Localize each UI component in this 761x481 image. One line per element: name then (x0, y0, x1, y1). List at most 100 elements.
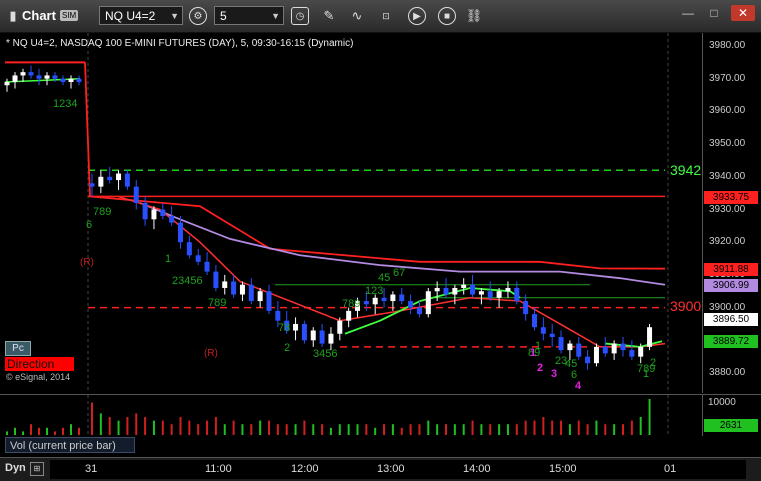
volume-bar (108, 417, 111, 435)
time-label: 31 (85, 463, 98, 475)
direction-badge[interactable]: Direction (5, 357, 74, 371)
count-label: 2 (650, 357, 657, 369)
dyn-label: Dyn (5, 462, 26, 474)
volume-bar (99, 413, 102, 435)
time-label: 13:00 (377, 463, 405, 475)
volume-bar (471, 420, 474, 435)
volume-bar (250, 424, 253, 435)
time-axis[interactable]: Dyn ⊞ 31 11:00 12:00 13:00 14:00 15:00 0… (0, 457, 761, 481)
candle-body (28, 72, 34, 76)
time-label: 12:00 (291, 463, 319, 475)
candle-body (60, 78, 66, 82)
volume-bar (365, 424, 368, 435)
volume-bar (560, 420, 563, 435)
candle-body (629, 350, 635, 357)
volume-bar (648, 399, 651, 435)
volume-bar (22, 431, 24, 435)
link-icon[interactable]: ⛓ (465, 7, 483, 25)
candle-body (124, 173, 130, 187)
pencil-icon[interactable]: ✎ (320, 7, 338, 25)
resistance-curve (84, 62, 666, 270)
chevron-down-icon[interactable]: ▼ (170, 7, 179, 26)
count-label-magenta: 1 (530, 347, 537, 359)
volume-bar (506, 424, 509, 435)
candle-body (478, 291, 484, 295)
stop-icon[interactable]: ■ (438, 7, 456, 25)
candle-body (638, 346, 644, 357)
volume-axis: 10000 2631 (702, 394, 761, 436)
candle-body (319, 330, 325, 344)
dyn-icon[interactable]: ⊞ (30, 462, 44, 476)
volume-bar (62, 427, 64, 435)
candle-body (452, 287, 458, 295)
candle-body (169, 216, 175, 223)
count-label: 1234 (53, 98, 78, 110)
maximize-button[interactable]: □ (702, 5, 726, 21)
interval-input[interactable]: 5 ▼ (214, 6, 284, 25)
minimize-button[interactable]: — (676, 5, 700, 21)
volume-bar (480, 424, 483, 435)
time-label: 14:00 (463, 463, 491, 475)
candle-body (487, 291, 493, 298)
candle-body (425, 291, 431, 315)
candle-body (558, 337, 564, 351)
volume-bar (586, 424, 589, 435)
candle-body (222, 281, 228, 288)
volume-bar (126, 417, 129, 435)
title-bar: ▮ Chart SIM NQ U4=2 ▼ ⚙ 5 ▼ ◷ ✎ ∿ ⊡ ▶ ■ … (0, 0, 761, 33)
volume-bar (259, 420, 262, 435)
count-label-magenta: 4 (575, 380, 582, 392)
candle-body (266, 291, 272, 311)
price-axis[interactable]: 3980.00 3970.00 3960.00 3950.00 3940.00 3930.… (702, 33, 761, 393)
candle-body (540, 327, 546, 334)
play-icon[interactable]: ▶ (408, 7, 426, 25)
volume-bar (161, 420, 164, 435)
candle-body (443, 287, 449, 295)
candle-body (346, 310, 352, 321)
price-tick: 3920.00 (709, 236, 746, 248)
price-badge: 3911.88 (704, 262, 758, 276)
candle-body (186, 242, 192, 256)
level-label-3900: 3900 (670, 298, 702, 314)
price-tick: 3880.00 (709, 367, 746, 378)
volume-bar (179, 417, 182, 435)
count-label: 6 (86, 219, 93, 231)
clock-icon[interactable]: ◷ (291, 7, 309, 25)
volume-pane[interactable] (0, 394, 702, 436)
candle-body (178, 222, 183, 243)
candle-body (20, 72, 26, 76)
pc-badge[interactable]: Pc (5, 341, 31, 356)
candle-body (593, 346, 599, 364)
candle-body (293, 323, 299, 331)
count-label: 123 (365, 285, 384, 297)
candle-body (107, 176, 113, 181)
volume-bar (462, 424, 465, 435)
get-icon[interactable]: ⊡ (377, 7, 395, 25)
volume-bar (374, 427, 377, 435)
symbol-input[interactable]: NQ U4=2 ▼ (99, 6, 183, 25)
settings-gear-icon[interactable]: ⚙ (189, 7, 207, 25)
volume-tick: 10000 (708, 397, 736, 408)
chevron-down-icon[interactable]: ▼ (271, 7, 280, 26)
r-marker: (R) (80, 257, 94, 268)
candle-body (496, 291, 502, 298)
volume-label: Vol (current price bar) (5, 437, 135, 453)
volume-bar (152, 420, 155, 435)
candle-body (213, 271, 219, 288)
studies-icon[interactable]: ∿ (348, 7, 366, 25)
volume-bar (232, 420, 235, 435)
candle-body (248, 284, 254, 302)
candle-body (505, 287, 511, 292)
volume-bar (188, 420, 191, 435)
volume-bar (241, 424, 244, 435)
volume-bar (498, 424, 501, 435)
candle-body (416, 307, 422, 315)
count-label: 1 (643, 368, 650, 380)
volume-bar (197, 424, 200, 435)
volume-bar (206, 420, 209, 435)
price-tick: 3900.00 (709, 301, 746, 313)
candle-body (620, 343, 626, 351)
close-button[interactable]: ✕ (731, 5, 755, 21)
volume-bar (135, 413, 138, 435)
app-title: Chart (22, 8, 56, 23)
